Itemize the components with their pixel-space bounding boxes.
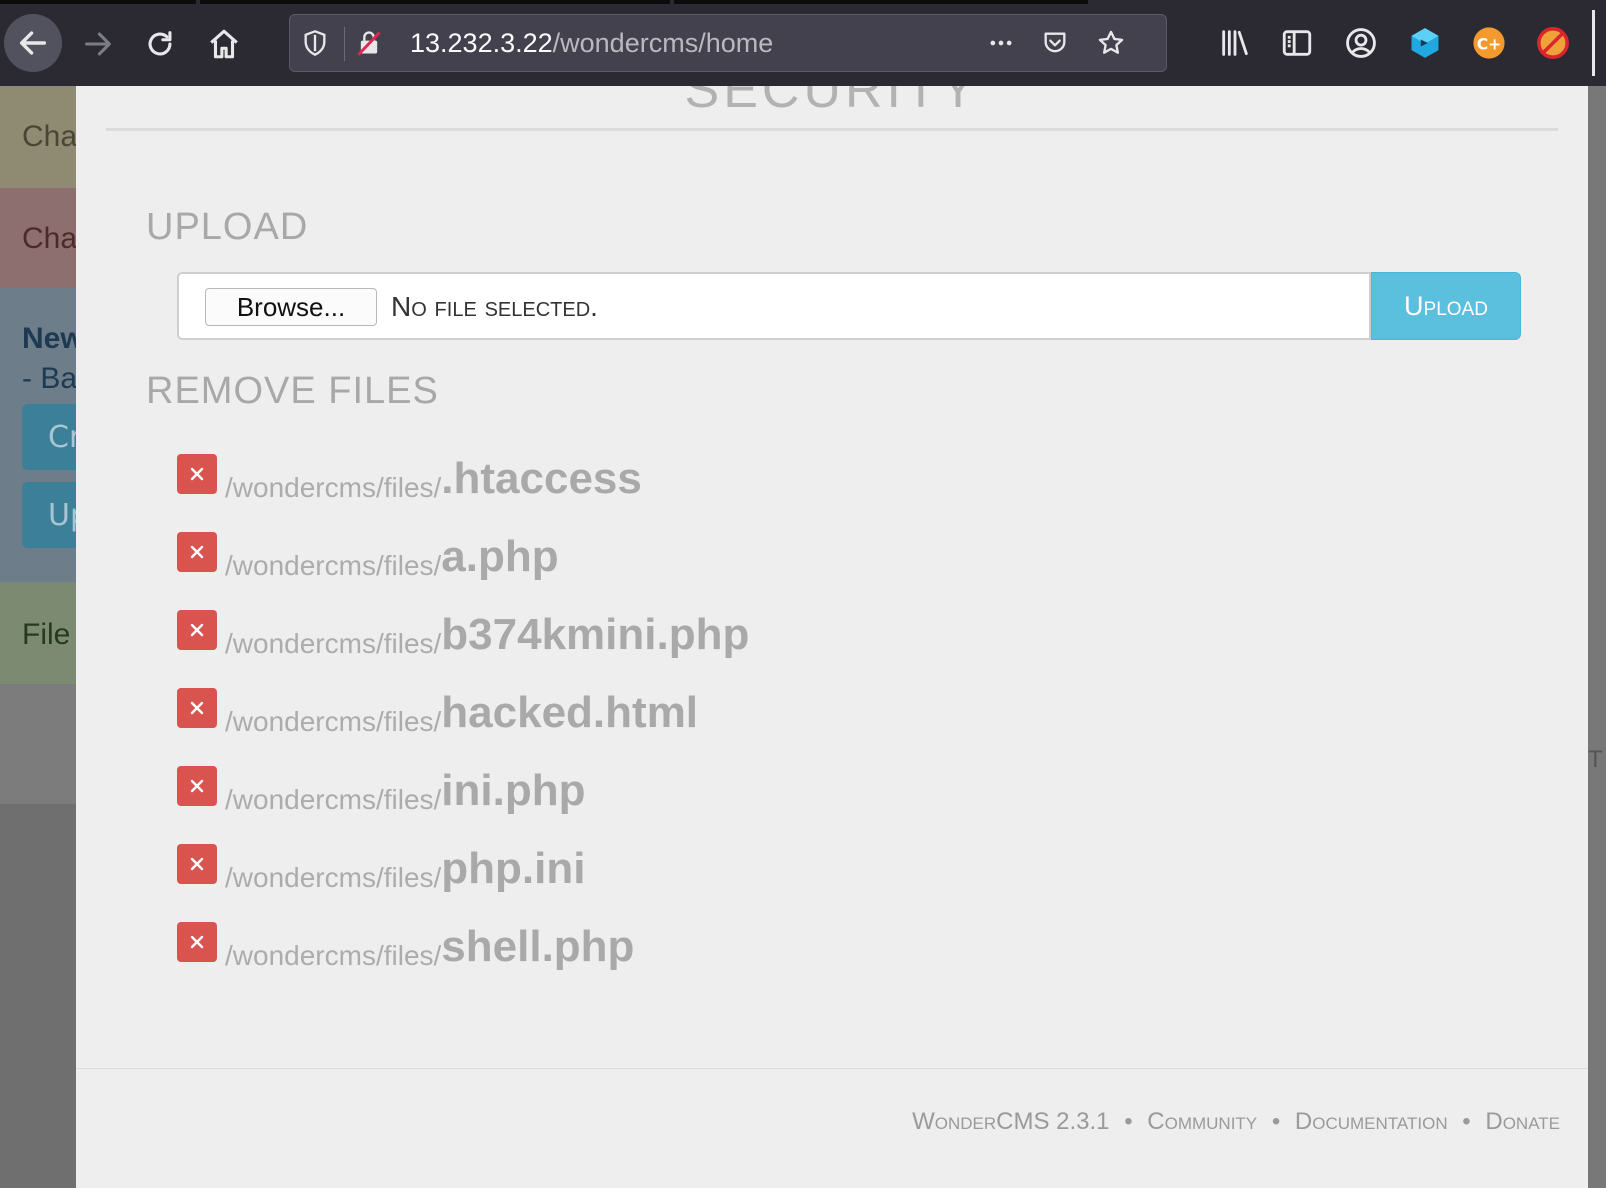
bg-alert-text: Cha	[22, 120, 78, 153]
footer-separator: •	[1271, 1108, 1281, 1135]
file-path[interactable]: /wondercms/files/b374kmini.php	[225, 610, 749, 664]
toolbar-overflow-bar	[1592, 10, 1595, 76]
tab-strip	[674, 0, 1088, 4]
bg-alert-green: File	[0, 582, 80, 684]
home-button[interactable]	[198, 18, 250, 70]
delete-file-button[interactable]	[177, 454, 217, 494]
sidebar-icon[interactable]	[1278, 24, 1316, 62]
file-path[interactable]: /wondercms/files/php.ini	[225, 844, 585, 898]
modal-footer-divider	[76, 1068, 1588, 1069]
file-dir: /wondercms/files/	[225, 862, 442, 893]
modal-header-divider	[106, 128, 1558, 131]
bg-info-title: New	[22, 322, 80, 355]
url-host: 13.232.3.22	[410, 28, 553, 58]
more-actions-icon[interactable]	[984, 26, 1018, 60]
upload-button[interactable]: Upload	[1371, 272, 1521, 340]
url-bar[interactable]: 13.232.3.22/wondercms/home	[289, 14, 1167, 72]
upload-section-title: UPLOAD	[146, 206, 309, 248]
file-dir: /wondercms/files/	[225, 706, 442, 737]
tab-strip	[0, 0, 196, 4]
file-dir: /wondercms/files/	[225, 472, 442, 503]
bg-alert-text: File	[22, 618, 71, 651]
file-input[interactable]: Browse... No file selected.	[177, 272, 1371, 340]
upload-form: Browse... No file selected. Upload	[177, 272, 1521, 340]
tab-strip	[200, 0, 670, 4]
close-icon	[190, 779, 204, 793]
file-dir: /wondercms/files/	[225, 550, 442, 581]
extension-cplus-icon[interactable]: C+	[1470, 24, 1508, 62]
bookmark-star-icon[interactable]	[1094, 26, 1128, 60]
delete-file-button[interactable]	[177, 532, 217, 572]
file-name: a.php	[441, 532, 559, 581]
file-name: hacked.html	[441, 688, 699, 737]
bg-alert-text: Cha	[22, 222, 78, 255]
background-page-edge: T	[1588, 86, 1606, 1188]
bg-alert-yellow: Cha	[0, 86, 80, 188]
footer-documentation-link[interactable]: Documentation	[1295, 1108, 1448, 1135]
file-status-text: No file selected.	[391, 291, 598, 322]
security-modal: SECURITY UPLOAD Browse... No file select…	[76, 86, 1588, 1188]
modal-footer: WonderCMS 2.3.1 • Community • Documentat…	[912, 1108, 1560, 1136]
extension-cube-icon[interactable]	[1406, 24, 1444, 62]
library-icon[interactable]	[1216, 24, 1254, 62]
file-name: php.ini	[441, 844, 586, 893]
bg-gray-block	[0, 684, 80, 804]
modal-title: SECURITY	[684, 86, 980, 119]
delete-file-button[interactable]	[177, 922, 217, 962]
pocket-icon[interactable]	[1038, 26, 1072, 60]
account-icon[interactable]	[1342, 24, 1380, 62]
background-page: Cha Cha New - Ba Cr Up File	[0, 86, 102, 1188]
url-divider	[344, 27, 345, 61]
extension-blocker-icon[interactable]	[1534, 24, 1572, 62]
file-dir: /wondercms/files/	[225, 784, 442, 815]
delete-file-button[interactable]	[177, 610, 217, 650]
footer-community-link[interactable]: Community	[1147, 1108, 1257, 1135]
back-button[interactable]	[4, 14, 62, 72]
shield-icon[interactable]	[298, 26, 332, 60]
file-path[interactable]: /wondercms/files/shell.php	[225, 922, 634, 976]
close-icon	[190, 701, 204, 715]
file-dir: /wondercms/files/	[225, 628, 442, 659]
file-name: shell.php	[441, 922, 635, 971]
bg-dark-block	[0, 804, 80, 1188]
close-icon	[190, 857, 204, 871]
footer-separator: •	[1124, 1108, 1133, 1135]
close-icon	[190, 935, 204, 949]
file-path[interactable]: /wondercms/files/a.php	[225, 532, 559, 586]
footer-separator: •	[1462, 1108, 1471, 1135]
delete-file-button[interactable]	[177, 766, 217, 806]
bg-alert-red: Cha	[0, 188, 80, 288]
close-icon	[190, 623, 204, 637]
url-path: /wondercms/home	[552, 28, 774, 58]
insecure-lock-icon[interactable]	[352, 26, 386, 60]
file-path[interactable]: /wondercms/files/ini.php	[225, 766, 585, 820]
file-name: b374kmini.php	[441, 610, 750, 659]
file-path[interactable]: /wondercms/files/.htaccess	[225, 454, 642, 508]
url-text[interactable]: 13.232.3.22/wondercms/home	[410, 28, 773, 59]
delete-file-button[interactable]	[177, 688, 217, 728]
close-icon	[190, 545, 204, 559]
bg-edge-text: T	[1588, 746, 1603, 773]
bg-info-sub: - Ba	[22, 362, 78, 395]
forward-button[interactable]	[72, 18, 124, 70]
footer-donate-link[interactable]: Donate	[1485, 1108, 1560, 1135]
footer-version[interactable]: WonderCMS 2.3.1	[912, 1108, 1109, 1135]
close-icon	[190, 467, 204, 481]
delete-file-button[interactable]	[177, 844, 217, 884]
browser-toolbar: 13.232.3.22/wondercms/home C+	[0, 0, 1606, 87]
file-path[interactable]: /wondercms/files/hacked.html	[225, 688, 698, 742]
file-name: ini.php	[441, 766, 586, 815]
svg-text:C+: C+	[1477, 35, 1502, 53]
remove-files-section-title: REMOVE FILES	[146, 370, 439, 412]
reload-button[interactable]	[134, 18, 186, 70]
browse-button[interactable]: Browse...	[205, 288, 377, 326]
file-dir: /wondercms/files/	[225, 940, 442, 971]
file-name: .htaccess	[441, 454, 642, 503]
